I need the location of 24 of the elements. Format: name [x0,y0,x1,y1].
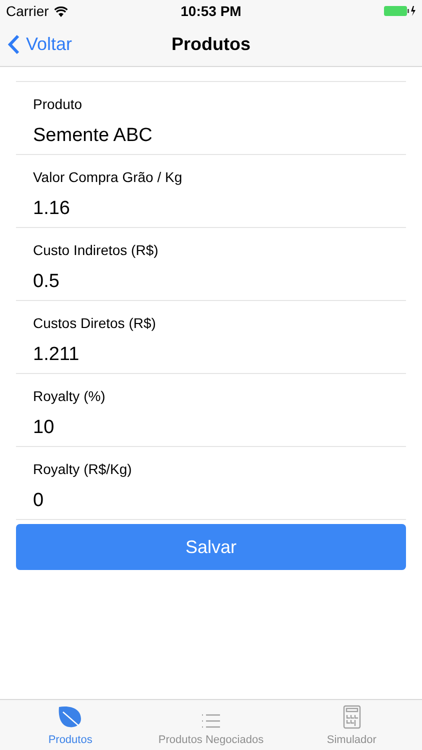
save-button[interactable]: Salvar [16,524,406,570]
nav-title: Produtos [172,32,250,56]
carrier-label: Carrier [6,2,49,20]
input-field[interactable]: 1.16 [33,197,389,221]
battery-icon [384,5,416,17]
field-label: Custo Indiretos (R$) [33,241,160,259]
tab[interactable]: Produtos [0,700,141,750]
field-label: Custos Diretos (R$) [33,314,157,332]
calculator-icon [342,704,361,728]
list-icon [201,712,221,728]
field-label: Valor Compra Grão / Kg [33,168,184,186]
wifi-icon [54,6,68,16]
status-time: 10:53 PM [180,2,242,20]
input-field[interactable]: Semente ABC [33,124,389,148]
input-field[interactable]: 1.211 [33,343,389,367]
field-label: Royalty (%) [33,387,106,405]
back-button[interactable]: Voltar [8,30,72,58]
field-label: Produto [33,95,84,113]
field-label: Royalty (R$/Kg) [33,460,133,478]
input-field[interactable]: 0.5 [33,270,389,294]
input-field[interactable]: 10 [33,416,389,440]
leaf-icon [57,704,84,728]
chevron-left-icon [8,34,20,54]
input-field[interactable]: 0 [33,489,389,513]
